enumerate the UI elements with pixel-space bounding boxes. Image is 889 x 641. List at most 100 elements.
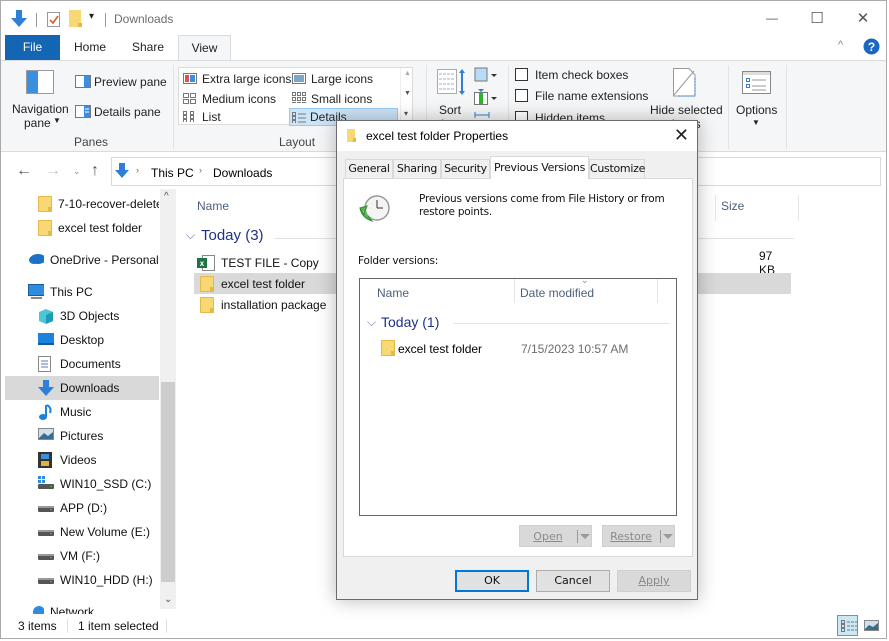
- nav-item-documents[interactable]: Documents: [5, 352, 159, 376]
- minimize-button[interactable]: —: [749, 1, 795, 35]
- expand-gallery-icon[interactable]: ▾: [404, 109, 408, 118]
- nav-item-3d-objects[interactable]: 3D Objects: [5, 304, 159, 328]
- file-name-extensions-toggle[interactable]: File name extensions: [514, 88, 648, 104]
- add-columns-icon[interactable]: [474, 88, 498, 106]
- forward-button[interactable]: →: [45, 162, 61, 180]
- help-icon[interactable]: ?: [863, 38, 880, 55]
- breadcrumb-chevron-icon[interactable]: ›: [199, 165, 202, 175]
- nav-item-network[interactable]: Network: [5, 600, 159, 614]
- layout-medium-icons[interactable]: Medium icons: [181, 90, 289, 108]
- hide-selected-items-button[interactable]: Hide selected items: [647, 65, 723, 131]
- nav-item-7-10-recover-delete[interactable]: 7-10-recover-delete: [5, 192, 159, 216]
- new-folder-icon[interactable]: [69, 10, 83, 27]
- versions-column-name[interactable]: Name: [377, 286, 409, 300]
- nav-item-downloads[interactable]: Downloads: [5, 376, 159, 400]
- details-view-button[interactable]: [837, 615, 858, 636]
- nav-item-label: WIN10_HDD (H:): [60, 573, 153, 587]
- breadcrumb-chevron-icon[interactable]: ›: [136, 165, 139, 175]
- back-button[interactable]: ←: [16, 162, 32, 180]
- item-check-boxes-checkbox[interactable]: [515, 68, 528, 81]
- tab-file[interactable]: File: [5, 35, 60, 60]
- navigation-pane-scroll-thumb[interactable]: [161, 382, 175, 582]
- group-header-today[interactable]: Today (3): [201, 227, 264, 244]
- layout-small-icons[interactable]: Small icons: [290, 90, 395, 108]
- folder-versions-list[interactable]: Name ⌄ Date modified ⌵ Today (1) excel t…: [359, 275, 677, 516]
- nav-item-music[interactable]: Music: [5, 400, 159, 424]
- maximize-button[interactable]: ☐: [794, 1, 840, 35]
- scroll-up-icon[interactable]: ▲: [404, 70, 411, 77]
- column-divider[interactable]: [657, 279, 658, 303]
- restore-button[interactable]: Restore: [602, 525, 675, 547]
- nav-item-excel-test-folder[interactable]: excel test folder: [5, 216, 159, 240]
- layout-large-icons[interactable]: Large icons: [290, 70, 395, 88]
- nav-item-label: OneDrive - Personal: [50, 253, 159, 267]
- ok-button[interactable]: OK: [455, 570, 529, 592]
- nav-item-label: Documents: [60, 357, 121, 371]
- nav-item-onedrive[interactable]: OneDrive - Personal: [5, 248, 159, 272]
- large-icons-view-button[interactable]: [862, 615, 883, 636]
- open-dropdown-arrow-icon[interactable]: [580, 534, 590, 539]
- close-button[interactable]: ✕: [840, 1, 886, 35]
- sort-by-button[interactable]: Sort by: [433, 65, 468, 131]
- apply-button[interactable]: Apply: [617, 570, 691, 592]
- breadcrumb-downloads[interactable]: Downloads: [213, 166, 272, 180]
- navigation-pane-button[interactable]: Navigation pane ▼: [9, 63, 69, 130]
- column-header-size[interactable]: Size: [721, 199, 744, 213]
- nav-item-app-d[interactable]: APP (D:): [5, 496, 159, 520]
- properties-icon[interactable]: [47, 10, 61, 27]
- nav-item-win10-hdd[interactable]: WIN10_HDD (H:): [5, 568, 159, 592]
- network-icon: [33, 606, 44, 614]
- dialog-tab-sharing[interactable]: Sharing: [393, 159, 441, 178]
- nav-item-win10-ssd[interactable]: WIN10_SSD (C:): [5, 472, 159, 496]
- file-history-clock-icon: [359, 195, 390, 222]
- layout-gallery-scroll[interactable]: ▲ ▼ ▾: [400, 68, 413, 125]
- recent-locations-icon[interactable]: ⌄: [73, 166, 81, 177]
- dialog-tab-customize[interactable]: Customize: [589, 159, 645, 178]
- version-row[interactable]: excel test folder 7/15/2023 10:57 AM: [378, 339, 668, 359]
- versions-column-date-modified[interactable]: Date modified: [520, 286, 594, 300]
- item-check-boxes-toggle[interactable]: Item check boxes: [514, 67, 644, 83]
- collapse-ribbon-icon[interactable]: ^: [838, 39, 843, 51]
- group-by-icon[interactable]: [474, 67, 498, 83]
- file-name-extensions-checkbox[interactable]: [515, 89, 528, 102]
- scroll-down-icon[interactable]: ▼: [404, 90, 411, 97]
- status-bar: 3 items 1 item selected: [1, 615, 886, 639]
- dialog-close-button[interactable]: ✕: [674, 125, 689, 146]
- details-pane-button[interactable]: Details pane: [74, 103, 164, 121]
- column-divider[interactable]: [715, 195, 716, 221]
- preview-pane-button[interactable]: Preview pane: [74, 73, 167, 91]
- dialog-tab-previous-versions[interactable]: Previous Versions: [490, 156, 589, 179]
- nav-item-label: Downloads: [60, 381, 120, 395]
- collapse-group-icon[interactable]: ⌵: [186, 228, 195, 243]
- tab-home[interactable]: Home: [63, 35, 117, 60]
- column-divider[interactable]: [514, 279, 515, 303]
- nav-item-this-pc[interactable]: This PC: [5, 280, 159, 304]
- scroll-up-icon[interactable]: ^: [164, 191, 169, 202]
- nav-item-pictures[interactable]: Pictures: [5, 424, 159, 448]
- up-button[interactable]: ↑: [91, 162, 99, 180]
- open-button[interactable]: Open: [519, 525, 592, 547]
- nav-item-vm-f[interactable]: VM (F:): [5, 544, 159, 568]
- nav-item-desktop[interactable]: Desktop: [5, 328, 159, 352]
- restore-dropdown-arrow-icon[interactable]: [663, 534, 673, 539]
- dialog-tab-security[interactable]: Security: [441, 159, 490, 178]
- tab-view[interactable]: View: [178, 35, 231, 61]
- layout-extra-large-icons[interactable]: Extra large icons: [181, 70, 291, 88]
- dialog-tab-general[interactable]: General: [345, 159, 393, 178]
- scroll-down-icon[interactable]: ⌄: [164, 594, 172, 605]
- nav-item-videos[interactable]: Videos: [5, 448, 159, 472]
- nav-item-new-volume-e[interactable]: New Volume (E:): [5, 520, 159, 544]
- layout-list[interactable]: List: [181, 109, 289, 125]
- customize-quick-access-icon[interactable]: ▾: [89, 11, 94, 22]
- drive-icon: [38, 506, 54, 512]
- large-icons-view-icon: [864, 620, 879, 631]
- breadcrumb-this-pc[interactable]: This PC: [151, 166, 194, 180]
- column-header-name[interactable]: Name: [197, 199, 229, 213]
- tab-share[interactable]: Share: [121, 35, 175, 60]
- collapse-group-icon[interactable]: ⌵: [367, 315, 376, 330]
- column-divider[interactable]: [798, 195, 799, 221]
- versions-group-today[interactable]: Today (1): [381, 314, 439, 330]
- options-button[interactable]: Options ▼: [733, 65, 781, 127]
- desktop-icon: [38, 333, 54, 345]
- cancel-button[interactable]: Cancel: [536, 570, 610, 592]
